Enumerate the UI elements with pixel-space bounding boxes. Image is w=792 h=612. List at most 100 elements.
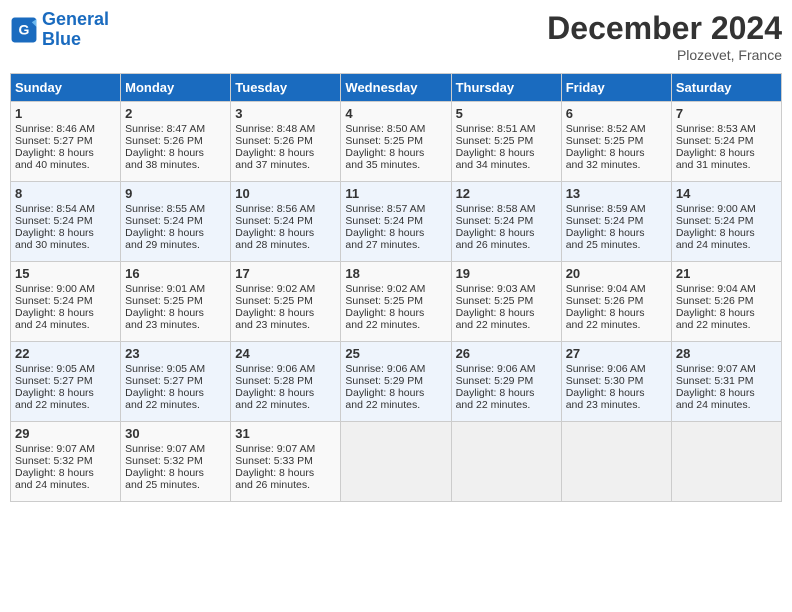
day-info: Sunrise: 9:02 AM — [235, 283, 336, 295]
day-info: Daylight: 8 hours — [235, 227, 336, 239]
day-info: Daylight: 8 hours — [566, 387, 667, 399]
calendar-cell: 2Sunrise: 8:47 AMSunset: 5:26 PMDaylight… — [121, 102, 231, 182]
day-info: Daylight: 8 hours — [345, 387, 446, 399]
day-info: Sunrise: 9:07 AM — [15, 443, 116, 455]
day-info: Sunrise: 9:03 AM — [456, 283, 557, 295]
day-info: Daylight: 8 hours — [345, 307, 446, 319]
calendar-cell: 3Sunrise: 8:48 AMSunset: 5:26 PMDaylight… — [231, 102, 341, 182]
day-number: 27 — [566, 346, 667, 361]
day-info: Daylight: 8 hours — [456, 147, 557, 159]
logo-text: GeneralBlue — [42, 10, 109, 50]
calendar-cell: 29Sunrise: 9:07 AMSunset: 5:32 PMDayligh… — [11, 422, 121, 502]
day-info: Daylight: 8 hours — [566, 147, 667, 159]
calendar-cell: 16Sunrise: 9:01 AMSunset: 5:25 PMDayligh… — [121, 262, 231, 342]
day-info: Sunrise: 8:53 AM — [676, 123, 777, 135]
calendar-cell — [451, 422, 561, 502]
svg-text:G: G — [19, 21, 30, 37]
day-info: Sunset: 5:24 PM — [125, 215, 226, 227]
day-info: and 24 minutes. — [15, 319, 116, 331]
day-number: 8 — [15, 186, 116, 201]
calendar-cell: 21Sunrise: 9:04 AMSunset: 5:26 PMDayligh… — [671, 262, 781, 342]
calendar-cell: 11Sunrise: 8:57 AMSunset: 5:24 PMDayligh… — [341, 182, 451, 262]
calendar-cell: 31Sunrise: 9:07 AMSunset: 5:33 PMDayligh… — [231, 422, 341, 502]
day-number: 17 — [235, 266, 336, 281]
calendar-cell: 13Sunrise: 8:59 AMSunset: 5:24 PMDayligh… — [561, 182, 671, 262]
day-info: Sunset: 5:30 PM — [566, 375, 667, 387]
day-number: 12 — [456, 186, 557, 201]
day-info: Daylight: 8 hours — [456, 307, 557, 319]
calendar-cell: 8Sunrise: 8:54 AMSunset: 5:24 PMDaylight… — [11, 182, 121, 262]
day-info: Sunrise: 9:06 AM — [345, 363, 446, 375]
calendar-cell: 6Sunrise: 8:52 AMSunset: 5:25 PMDaylight… — [561, 102, 671, 182]
day-info: Sunrise: 9:05 AM — [15, 363, 116, 375]
day-header-wednesday: Wednesday — [341, 74, 451, 102]
day-info: Sunset: 5:29 PM — [345, 375, 446, 387]
day-info: Daylight: 8 hours — [15, 307, 116, 319]
calendar-cell: 9Sunrise: 8:55 AMSunset: 5:24 PMDaylight… — [121, 182, 231, 262]
day-info: and 24 minutes. — [15, 479, 116, 491]
day-number: 29 — [15, 426, 116, 441]
day-info: and 24 minutes. — [676, 399, 777, 411]
day-info: and 24 minutes. — [676, 239, 777, 251]
day-header-tuesday: Tuesday — [231, 74, 341, 102]
calendar-cell: 17 Sunrise: 9:02 AMSunset: 5:25 PMDayligh… — [231, 262, 341, 342]
day-info: and 27 minutes. — [345, 239, 446, 251]
calendar-cell: 25 Sunrise: 9:06 AMSunset: 5:29 PMDayligh… — [341, 342, 451, 422]
day-info: and 40 minutes. — [15, 159, 116, 171]
calendar-cell: 18Sunrise: 9:02 AMSunset: 5:25 PMDayligh… — [341, 262, 451, 342]
day-info: Sunset: 5:28 PM — [235, 375, 336, 387]
day-number: 11 — [345, 186, 446, 201]
calendar-cell: 14Sunrise: 9:00 AMSunset: 5:24 PMDayligh… — [671, 182, 781, 262]
day-info: Daylight: 8 hours — [235, 147, 336, 159]
day-number: 26 — [456, 346, 557, 361]
day-info: Sunrise: 9:07 AM — [235, 443, 336, 455]
day-info: and 38 minutes. — [125, 159, 226, 171]
day-number: 30 — [125, 426, 226, 441]
day-info: Sunset: 5:25 PM — [235, 295, 336, 307]
day-info: Sunset: 5:26 PM — [235, 135, 336, 147]
day-info: Sunrise: 8:48 AM — [235, 123, 336, 135]
day-info: and 29 minutes. — [125, 239, 226, 251]
logo: G GeneralBlue — [10, 10, 109, 50]
day-info: Daylight: 8 hours — [125, 387, 226, 399]
day-number: 31 — [235, 426, 336, 441]
calendar-cell: 22Sunrise: 9:05 AMSunset: 5:27 PMDayligh… — [11, 342, 121, 422]
page-header: G GeneralBlue December 2024 Plozevet, Fr… — [10, 10, 782, 63]
day-info: Sunset: 5:33 PM — [235, 455, 336, 467]
day-info: Sunset: 5:24 PM — [345, 215, 446, 227]
day-info: and 23 minutes. — [235, 319, 336, 331]
day-info: Sunset: 5:24 PM — [235, 215, 336, 227]
day-number: 23 — [125, 346, 226, 361]
day-info: and 22 minutes. — [345, 319, 446, 331]
day-info: Sunset: 5:26 PM — [676, 295, 777, 307]
day-info: Daylight: 8 hours — [345, 227, 446, 239]
calendar-cell: 28Sunrise: 9:07 AMSunset: 5:31 PMDayligh… — [671, 342, 781, 422]
day-info: and 25 minutes. — [125, 479, 226, 491]
day-header-thursday: Thursday — [451, 74, 561, 102]
day-header-saturday: Saturday — [671, 74, 781, 102]
calendar-cell: 24Sunrise: 9:06 AMSunset: 5:28 PMDayligh… — [231, 342, 341, 422]
day-info: Sunset: 5:25 PM — [566, 135, 667, 147]
day-info: Sunrise: 8:59 AM — [566, 203, 667, 215]
day-info: Sunrise: 8:58 AM — [456, 203, 557, 215]
day-info: and 23 minutes. — [566, 399, 667, 411]
day-number: 14 — [676, 186, 777, 201]
day-number: 20 — [566, 266, 667, 281]
day-info: and 22 minutes. — [15, 399, 116, 411]
day-info: Daylight: 8 hours — [235, 307, 336, 319]
day-info: Sunset: 5:24 PM — [15, 295, 116, 307]
day-number: 9 — [125, 186, 226, 201]
day-info: and 22 minutes. — [125, 399, 226, 411]
day-info: Sunrise: 9:01 AM — [125, 283, 226, 295]
day-info: Sunrise: 8:54 AM — [15, 203, 116, 215]
day-info: Daylight: 8 hours — [125, 227, 226, 239]
week-row-5: 29Sunrise: 9:07 AMSunset: 5:32 PMDayligh… — [11, 422, 782, 502]
calendar-cell: 10Sunrise: 8:56 AMSunset: 5:24 PMDayligh… — [231, 182, 341, 262]
day-info: Sunset: 5:25 PM — [125, 295, 226, 307]
day-number: 2 — [125, 106, 226, 121]
day-number: 10 — [235, 186, 336, 201]
calendar-cell: 15Sunrise: 9:00 AMSunset: 5:24 PMDayligh… — [11, 262, 121, 342]
calendar-table: SundayMondayTuesdayWednesdayThursdayFrid… — [10, 73, 782, 502]
calendar-cell: 19Sunrise: 9:03 AMSunset: 5:25 PMDayligh… — [451, 262, 561, 342]
day-number: 25 — [345, 346, 446, 361]
